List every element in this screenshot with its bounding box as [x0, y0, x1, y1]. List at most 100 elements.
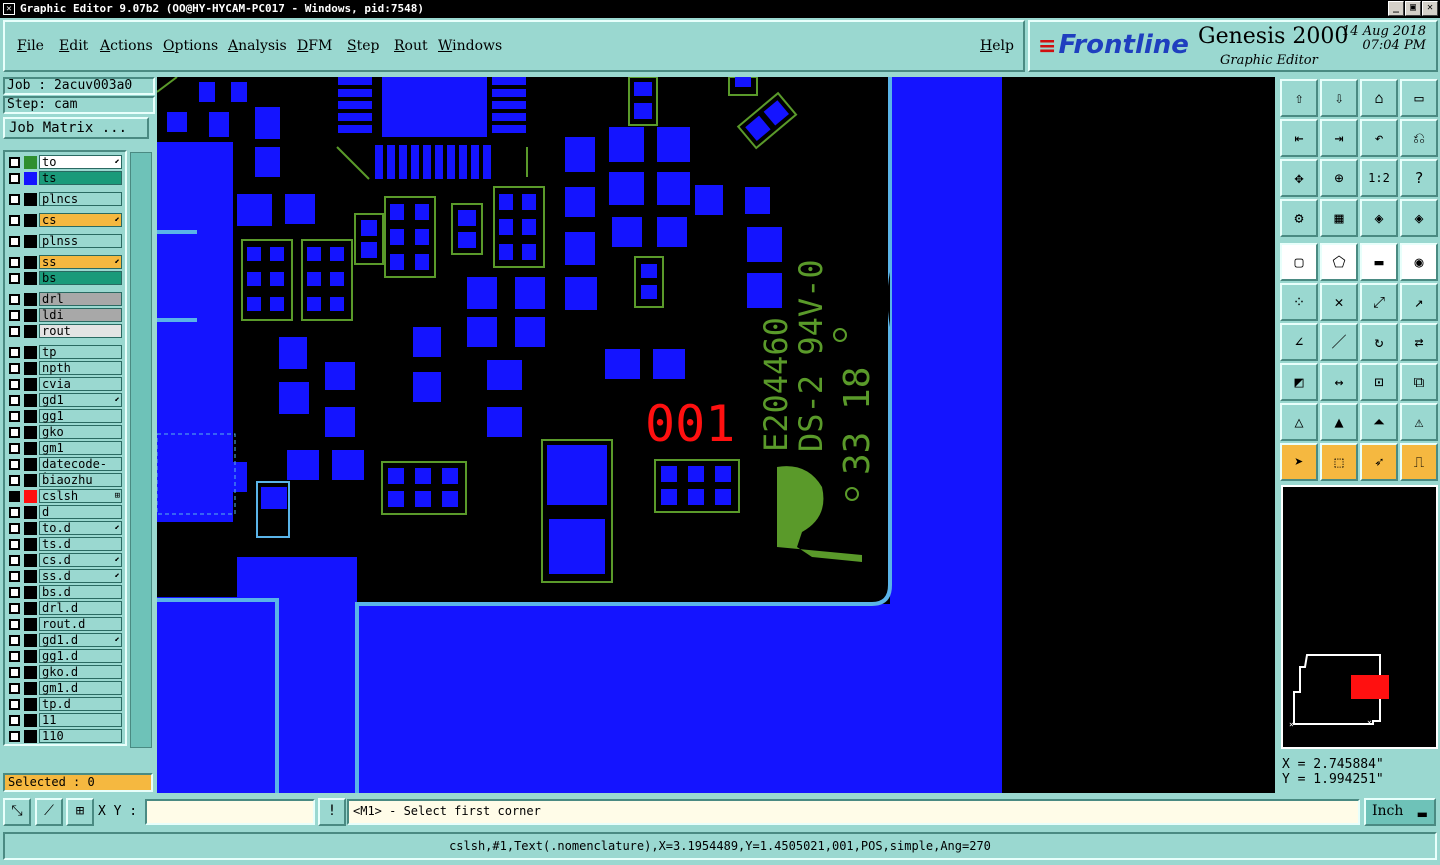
- layer-row-cs[interactable]: cs ⬋: [5, 212, 125, 228]
- layer-row-to[interactable]: to ⬋: [5, 154, 125, 170]
- measure-icon[interactable]: ▬: [1360, 243, 1398, 281]
- layer-row-gko[interactable]: gko: [5, 424, 125, 440]
- layer-color-swatch[interactable]: [24, 601, 37, 615]
- layer-color-swatch[interactable]: [24, 271, 37, 285]
- layer-color-swatch[interactable]: [24, 192, 37, 206]
- xy-input[interactable]: [145, 799, 315, 825]
- bottom-view-icon[interactable]: ⇩: [1320, 79, 1358, 117]
- layer-row-to-d[interactable]: to.d ⬋: [5, 520, 125, 536]
- layer-row-ts[interactable]: ts: [5, 170, 125, 186]
- layer-checkbox[interactable]: [9, 458, 20, 470]
- layer-checkbox[interactable]: [9, 506, 20, 518]
- layer-color-swatch[interactable]: [24, 308, 37, 322]
- layer-color-swatch[interactable]: [24, 234, 37, 248]
- home-icon[interactable]: ⌂: [1360, 79, 1398, 117]
- layer-color-swatch[interactable]: [24, 393, 37, 407]
- layer-color-swatch[interactable]: [24, 505, 37, 519]
- top-view-icon[interactable]: ⇧: [1280, 79, 1318, 117]
- layer-checkbox[interactable]: [9, 193, 20, 205]
- layer-name[interactable]: d: [39, 505, 122, 519]
- menu-actions[interactable]: Actions: [100, 38, 153, 54]
- layer-checkbox[interactable]: [9, 618, 20, 630]
- layer-name[interactable]: tp: [39, 345, 122, 359]
- close-button[interactable]: ✕: [1422, 1, 1438, 16]
- layer-row-tp[interactable]: tp: [5, 344, 125, 360]
- layer-checkbox[interactable]: [9, 522, 20, 534]
- layer-checkbox[interactable]: [9, 666, 20, 678]
- minimize-button[interactable]: _: [1388, 1, 1404, 16]
- layer-checkbox[interactable]: [9, 474, 20, 486]
- layer-row-bs-d[interactable]: bs.d: [5, 584, 125, 600]
- layer-row-ldi[interactable]: ldi: [5, 307, 125, 323]
- graphics-canvas[interactable]: 001 E204460 DS-2 94V-0 33 18: [157, 77, 1275, 793]
- layer-color-swatch[interactable]: [24, 213, 37, 227]
- scale-1-2-icon[interactable]: 1:2: [1360, 159, 1398, 197]
- layer-name[interactable]: bs: [39, 271, 122, 285]
- triangle-line-icon[interactable]: ⚠: [1400, 403, 1438, 441]
- layer-row-npth[interactable]: npth: [5, 360, 125, 376]
- layer-color-swatch[interactable]: [24, 521, 37, 535]
- arc-icon[interactable]: ↻: [1360, 323, 1398, 361]
- layer-checkbox[interactable]: [9, 730, 20, 742]
- layer-checkbox[interactable]: [9, 442, 20, 454]
- center-icon[interactable]: ◉: [1400, 243, 1438, 281]
- layer-checkbox[interactable]: [9, 309, 20, 321]
- layer-row-gd1[interactable]: gd1 ⬋: [5, 392, 125, 408]
- layer-name[interactable]: bs.d: [39, 585, 122, 599]
- menu-help[interactable]: Help: [980, 38, 1014, 54]
- warning-button[interactable]: !: [318, 798, 346, 826]
- layer-name[interactable]: gd1 ⬋: [39, 393, 122, 407]
- cross-icon[interactable]: ✕: [1320, 283, 1358, 321]
- layer-row-bs[interactable]: bs: [5, 270, 125, 286]
- vector-icon[interactable]: ↗: [1400, 283, 1438, 321]
- polygon-icon[interactable]: ⬠: [1320, 243, 1358, 281]
- snap-icon[interactable]: ▢: [1280, 243, 1318, 281]
- layer-checkbox[interactable]: [9, 156, 20, 168]
- snap-grid-icon[interactable]: ⊞: [66, 798, 94, 826]
- layer-row-11[interactable]: 11: [5, 712, 125, 728]
- menu-file[interactable]: File: [17, 38, 44, 54]
- layer-color-swatch[interactable]: [24, 713, 37, 727]
- window-icon[interactable]: ▭: [1400, 79, 1438, 117]
- layer-name[interactable]: to.d ⬋: [39, 521, 122, 535]
- layer-row-datecode-to[interactable]: datecode-to: [5, 456, 125, 484]
- layer-checkbox[interactable]: [9, 410, 20, 422]
- menu-rout[interactable]: Rout: [394, 38, 428, 54]
- menu-step[interactable]: Step: [347, 38, 379, 54]
- layer-checkbox[interactable]: [9, 256, 20, 268]
- layer-checkbox[interactable]: [9, 293, 20, 305]
- zoom-area-icon[interactable]: ⤡: [3, 798, 31, 826]
- layer-row-gd1-d[interactable]: gd1.d ⬋: [5, 632, 125, 648]
- layer-row-rout-d[interactable]: rout.d: [5, 616, 125, 632]
- layer-toggle-icon[interactable]: ◈: [1360, 199, 1398, 237]
- layer-checkbox[interactable]: [9, 394, 20, 406]
- layer-name[interactable]: plnss: [39, 234, 122, 248]
- layer-color-swatch[interactable]: [24, 255, 37, 269]
- layer-row-ss-d[interactable]: ss.d ⬋: [5, 568, 125, 584]
- measure-tool-icon[interactable]: ⟋: [35, 798, 63, 826]
- layer-checkbox[interactable]: [9, 698, 20, 710]
- layer-color-swatch[interactable]: [24, 553, 37, 567]
- layer-checkbox[interactable]: [9, 325, 20, 337]
- layer-row-plncs[interactable]: plncs: [5, 191, 125, 207]
- layer-color-swatch[interactable]: [24, 697, 37, 711]
- layer-color-swatch[interactable]: [24, 665, 37, 679]
- layer-color-swatch[interactable]: [24, 425, 37, 439]
- pan-left-icon[interactable]: ⇤: [1280, 119, 1318, 157]
- layer-color-swatch[interactable]: [24, 489, 37, 503]
- layer-row-gg1-d[interactable]: gg1.d: [5, 648, 125, 664]
- layer-checkbox[interactable]: [9, 682, 20, 694]
- layer-checkbox[interactable]: [9, 538, 20, 550]
- layer-color-swatch[interactable]: [24, 155, 37, 169]
- select-pointer-icon[interactable]: ➤: [1280, 443, 1318, 481]
- layer-checkbox[interactable]: [9, 172, 20, 184]
- layer-name[interactable]: gd1.d ⬋: [39, 633, 122, 647]
- layer-name[interactable]: rout.d: [39, 617, 122, 631]
- pan-right-icon[interactable]: ⇥: [1320, 119, 1358, 157]
- layer-color-swatch[interactable]: [24, 361, 37, 375]
- layer-color-swatch[interactable]: [24, 617, 37, 631]
- dimension-icon[interactable]: ⊡: [1360, 363, 1398, 401]
- layer-row-rout[interactable]: rout: [5, 323, 125, 339]
- layer-color-swatch[interactable]: [24, 292, 37, 306]
- zoom-center-icon[interactable]: ⊕: [1320, 159, 1358, 197]
